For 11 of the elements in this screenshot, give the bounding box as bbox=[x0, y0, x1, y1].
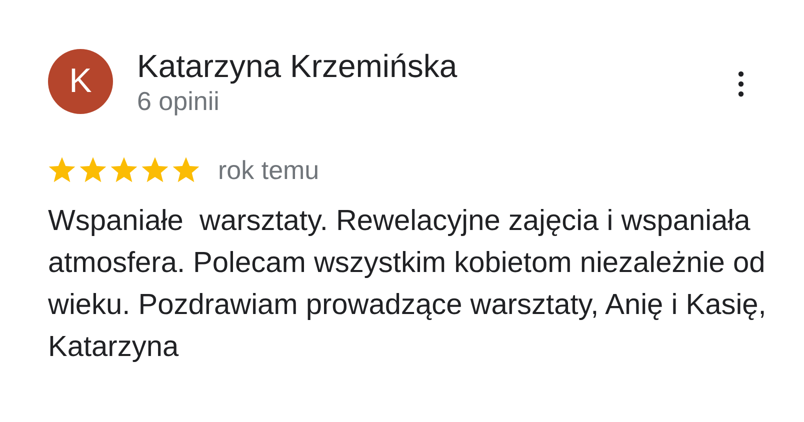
avatar: K bbox=[48, 49, 113, 114]
star-icon bbox=[141, 157, 169, 184]
author-name[interactable]: Katarzyna Krzemińska bbox=[137, 47, 458, 85]
star-icon bbox=[48, 157, 76, 184]
review-count: 6 opinii bbox=[137, 85, 220, 117]
review-time: rok temu bbox=[218, 154, 320, 187]
star-icon bbox=[172, 157, 200, 184]
star-icon bbox=[110, 157, 138, 184]
more-options-icon[interactable] bbox=[738, 71, 744, 97]
review-text: Wspaniałe warsztaty. Rewelacyjne zajęcia i wspaniała atmosfera. Polecam wszystkim kobietom niezależnie od wieku. Pozdrawiam prowadzące warsztaty, Anię i Kasię, Katarzyna bbox=[48, 204, 768, 365]
star-icon bbox=[79, 157, 107, 184]
